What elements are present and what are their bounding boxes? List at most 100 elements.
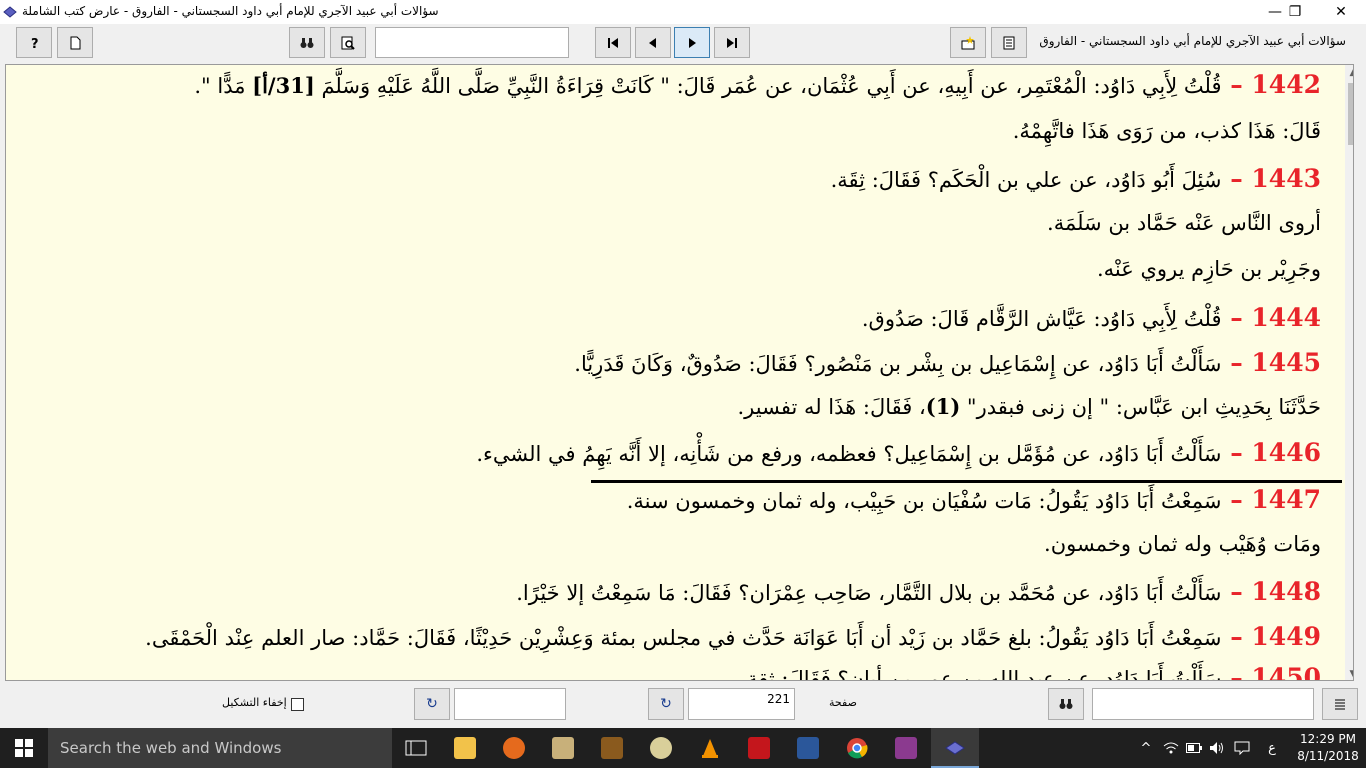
hadith-number: 1449 (1251, 622, 1321, 651)
hadith-number: 1442 (1251, 70, 1321, 99)
line-text: قَالَ: هَذَا كذب، من رَوَى هَذَا فاتَّهِ… (1012, 119, 1321, 143)
text-line: قَالَ: هَذَا كذب، من رَوَى هَذَا فاتَّهِ… (1013, 119, 1321, 143)
previous-page-button[interactable] (635, 27, 671, 58)
reference-marker[interactable]: [31/أ] (252, 73, 315, 98)
reference-marker[interactable]: (1) (926, 394, 961, 419)
hadith-number: 1450 (1251, 663, 1321, 681)
winrar-app[interactable] (882, 728, 930, 768)
task-view-button[interactable] (392, 728, 440, 768)
binoculars-icon (1059, 699, 1073, 709)
word-icon (797, 737, 819, 759)
close-button[interactable]: ✕ (1318, 0, 1364, 24)
line-text: وجَرِيْر بن حَازِم يروي عَنْه. (1096, 257, 1321, 281)
palette-icon (650, 737, 672, 759)
next-page-button[interactable] (674, 27, 710, 58)
first-page-button[interactable] (595, 27, 631, 58)
magnifier-page-icon (341, 36, 355, 50)
table-of-contents-button[interactable] (991, 27, 1027, 58)
bottom-search-input[interactable] (1092, 688, 1314, 720)
line-text: حَدَّثَنَا بِحَدِيثِ ابن عَبَّاس: " إن ز… (960, 395, 1321, 419)
notes-app[interactable] (539, 728, 587, 768)
go-part-button[interactable]: ↻ (414, 688, 450, 720)
refresh-icon: ↻ (426, 696, 438, 712)
line-text-tail: مَدًّا ". (194, 74, 253, 98)
new-page-button[interactable] (57, 27, 93, 58)
find-button[interactable] (289, 27, 325, 58)
file-explorer-app[interactable] (441, 728, 489, 768)
clock[interactable]: 12:29 PM 8/11/2018 (1290, 731, 1366, 765)
book-text-area[interactable]: 1442 – قُلْتُ لِأَبِي دَاوُد: الْمُعْتَم… (5, 64, 1354, 681)
language-indicator[interactable]: ع (1260, 728, 1284, 768)
hadith-number: 1448 (1251, 577, 1321, 606)
bookmark-button[interactable] (950, 27, 986, 58)
text-line: 1447 – سَمِعْتُ أَبَا دَاوُد يَقُولُ: مَ… (627, 485, 1321, 514)
window-title: سؤالات أبي عبيد الآجري للإمام أبي داود ا… (22, 4, 439, 18)
toolbar-search-input[interactable] (375, 27, 569, 58)
line-text: قُلْتُ لِأَبِي دَاوُد: الْمُعْتَمِر، عن … (314, 74, 1222, 98)
start-button[interactable] (0, 728, 48, 768)
chrome-app[interactable] (833, 728, 881, 768)
line-text-tail: ، فَقَالَ: هَذَا له تفسير. (737, 395, 926, 419)
word-app[interactable] (784, 728, 832, 768)
book-stack-icon (945, 741, 965, 755)
help-icon: ? (31, 37, 39, 51)
acrobat-app[interactable] (735, 728, 783, 768)
help-button[interactable]: ? (16, 27, 52, 58)
hadith-number: 1443 (1251, 164, 1321, 193)
line-text: ومَات وُهَيْب وله ثمان وخمسون. (1044, 532, 1321, 556)
book-title: سؤالات أبي عبيد الآجري للإمام أبي داود ا… (1039, 34, 1346, 48)
text-line: وجَرِيْر بن حَازِم يروي عَنْه. (1097, 257, 1321, 281)
toc-icon (1003, 36, 1015, 49)
clock-time: 12:29 PM (1300, 732, 1356, 746)
menu-button[interactable] (1322, 688, 1358, 720)
last-page-button[interactable] (714, 27, 750, 58)
paint-app[interactable] (637, 728, 685, 768)
shamela-viewer-app[interactable] (931, 728, 979, 768)
action-center-icon[interactable] (1230, 728, 1254, 768)
title-bar: سؤالات أبي عبيد الآجري للإمام أبي داود ا… (0, 0, 1366, 24)
search-in-page-button[interactable] (330, 27, 366, 58)
task-view-icon (405, 740, 427, 756)
vlc-app[interactable] (686, 728, 734, 768)
refresh-icon: ↻ (660, 696, 672, 712)
volume-icon[interactable] (1206, 728, 1228, 768)
page-input[interactable]: 221 (688, 688, 795, 720)
shamela-app[interactable] (588, 728, 636, 768)
taskbar-search-box[interactable]: Search the web and Windows (48, 728, 392, 768)
vertical-scrollbar[interactable]: ▲ ▼ (1345, 65, 1353, 680)
lamp-icon (601, 737, 623, 759)
show-hidden-icons[interactable]: ^ (1134, 728, 1158, 768)
binoculars-icon (300, 37, 314, 48)
scroll-up-icon[interactable]: ▲ (1345, 65, 1353, 81)
number-dash: – (1221, 303, 1252, 332)
bottom-search-button[interactable] (1048, 688, 1084, 720)
hadith-number: 1445 (1251, 348, 1321, 377)
svg-text:?: ? (31, 37, 39, 51)
hide-diacritics-checkbox[interactable] (291, 698, 304, 711)
firefox-icon (503, 737, 525, 759)
hadith-number: 1446 (1251, 438, 1321, 467)
bottom-bar: إخفاء التشكيل ↻ ↻ 221 صفحة (0, 682, 1366, 726)
text-line: 1449 – سَمِعْتُ أَبَا دَاوُد يَقُولُ: بل… (145, 622, 1321, 651)
firefox-app[interactable] (490, 728, 538, 768)
pdf-icon (748, 737, 770, 759)
scroll-thumb[interactable] (1348, 83, 1353, 145)
hadith-number: 1447 (1251, 485, 1321, 514)
number-dash: – (1221, 70, 1252, 99)
part-input[interactable] (454, 688, 566, 720)
text-line: ومَات وُهَيْب وله ثمان وخمسون. (1044, 532, 1321, 556)
text-line: 1443 – سُئِلَ أَبُو دَاوُد، عن علي بن ال… (831, 164, 1321, 193)
go-page-button[interactable]: ↻ (648, 688, 684, 720)
text-line: 1445 – سَأَلْتُ أَبَا دَاوُد، عن إِسْمَا… (574, 348, 1321, 377)
restore-button[interactable]: ❐ (1272, 0, 1318, 24)
text-line: 1446 – سَأَلْتُ أَبَا دَاوُد، عن مُؤَمَّ… (476, 438, 1321, 467)
scroll-down-icon[interactable]: ▼ (1345, 666, 1353, 680)
wifi-icon[interactable] (1160, 728, 1182, 768)
page-icon (70, 36, 81, 49)
archive-icon (895, 737, 917, 759)
arrow-right-icon (689, 37, 696, 48)
text-line: 1442 – قُلْتُ لِأَبِي دَاوُد: الْمُعْتَم… (194, 70, 1321, 99)
hadith-number: 1444 (1251, 303, 1321, 332)
skip-last-icon (727, 37, 737, 48)
battery-icon[interactable] (1183, 728, 1205, 768)
